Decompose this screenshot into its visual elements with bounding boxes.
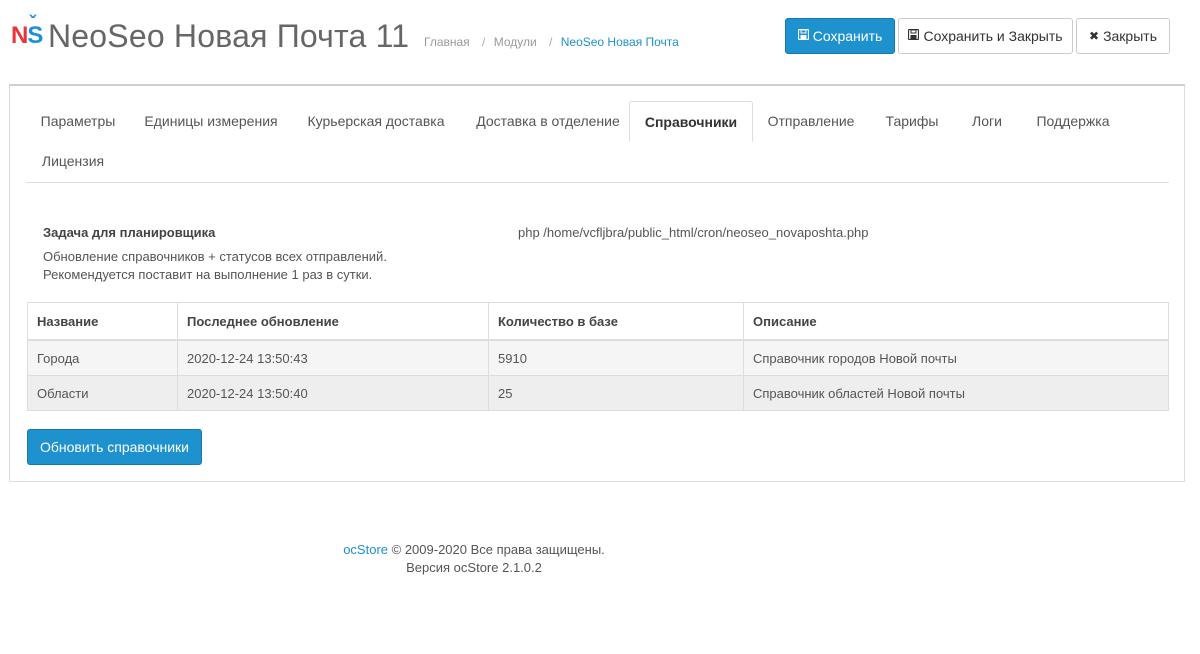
close-button[interactable]: ✖ Закрыть	[1076, 18, 1170, 54]
column-header-name: Название	[27, 302, 178, 341]
scheduler-task-description: Обновление справочников + статусов всех …	[43, 248, 387, 284]
breadcrumb-separator: /	[549, 35, 553, 49]
breadcrumb: Главная / Модули / NeoSeo Новая Почта	[424, 35, 679, 49]
table-row: Области 2020-12-24 13:50:40 25 Справочни…	[27, 375, 1169, 411]
tab-branch-delivery[interactable]: Доставка в отделение	[463, 101, 633, 141]
tab-rates[interactable]: Тарифы	[874, 101, 950, 141]
tab-shipment[interactable]: Отправление	[758, 101, 864, 141]
tab-logs[interactable]: Логи	[959, 101, 1015, 141]
neoseo-logo: NS	[11, 22, 43, 50]
save-and-close-button[interactable]: Сохранить и Закрыть	[898, 18, 1073, 54]
page-title: NeoSeo Новая Почта 11	[48, 18, 410, 54]
floppy-disk-icon	[908, 28, 920, 43]
footer: ocStore © 2009-2020 Все права защищены. …	[0, 541, 948, 577]
cell-last-update: 2020-12-24 13:50:43	[177, 339, 489, 376]
breadcrumb-separator: /	[482, 35, 486, 49]
tab-license[interactable]: Лицензия	[26, 141, 120, 181]
save-button-label: Сохранить	[812, 28, 883, 44]
tab-units[interactable]: Единицы измерения	[136, 101, 286, 141]
breadcrumb-current[interactable]: NeoSeo Новая Почта	[561, 35, 679, 49]
tab-parameters[interactable]: Параметры	[26, 101, 130, 141]
task-desc-line: Обновление справочников + статусов всех …	[43, 249, 387, 264]
tab-directories[interactable]: Справочники	[629, 101, 753, 142]
copyright-text: © 2009-2020 Все права защищены.	[391, 542, 605, 557]
tab-support[interactable]: Поддержка	[1026, 101, 1120, 141]
page-header: NS NeoSeo Новая Почта 11 Главная / Модул…	[0, 0, 1200, 70]
column-header-count: Количество в базе	[488, 302, 744, 341]
ocstore-link[interactable]: ocStore	[343, 542, 388, 557]
cron-command: php /home/vcfljbra/public_html/cron/neos…	[518, 225, 869, 240]
footer-version: Версия ocStore 2.1.0.2	[406, 560, 542, 575]
tab-courier-delivery[interactable]: Курьерская доставка	[296, 101, 456, 141]
column-header-description: Описание	[743, 302, 1169, 341]
cell-name: Города	[27, 339, 178, 376]
close-button-label: Закрыть	[1103, 28, 1157, 44]
footer-copyright: ocStore © 2009-2020 Все права защищены.	[0, 541, 948, 559]
task-desc-line: Рекомендуется поставит на выполнение 1 р…	[43, 267, 373, 282]
times-icon: ✖	[1089, 29, 1100, 43]
cell-last-update: 2020-12-24 13:50:40	[177, 375, 489, 411]
floppy-disk-icon	[797, 28, 809, 43]
directories-table: Название Последнее обновление Количество…	[27, 302, 1169, 411]
update-directories-button[interactable]: Обновить справочники	[27, 429, 202, 465]
cell-name: Области	[27, 375, 178, 411]
tab-bar: Параметры Единицы измерения Курьерская д…	[26, 101, 1169, 183]
column-header-last-update: Последнее обновление	[177, 302, 489, 341]
cell-count: 5910	[488, 339, 744, 376]
save-button[interactable]: Сохранить	[785, 18, 895, 54]
table-header-row: Название Последнее обновление Количество…	[27, 302, 1169, 341]
scheduler-task-title: Задача для планировщика	[43, 225, 216, 240]
cell-description: Справочник городов Новой почты	[743, 339, 1169, 376]
breadcrumb-home[interactable]: Главная	[424, 35, 470, 49]
save-and-close-label: Сохранить и Закрыть	[923, 28, 1063, 44]
cell-count: 25	[488, 375, 744, 411]
breadcrumb-modules[interactable]: Модули	[494, 35, 537, 49]
table-row: Города 2020-12-24 13:50:43 5910 Справочн…	[27, 339, 1169, 376]
cell-description: Справочник областей Новой почты	[743, 375, 1169, 411]
module-panel: Параметры Единицы измерения Курьерская д…	[9, 86, 1185, 482]
